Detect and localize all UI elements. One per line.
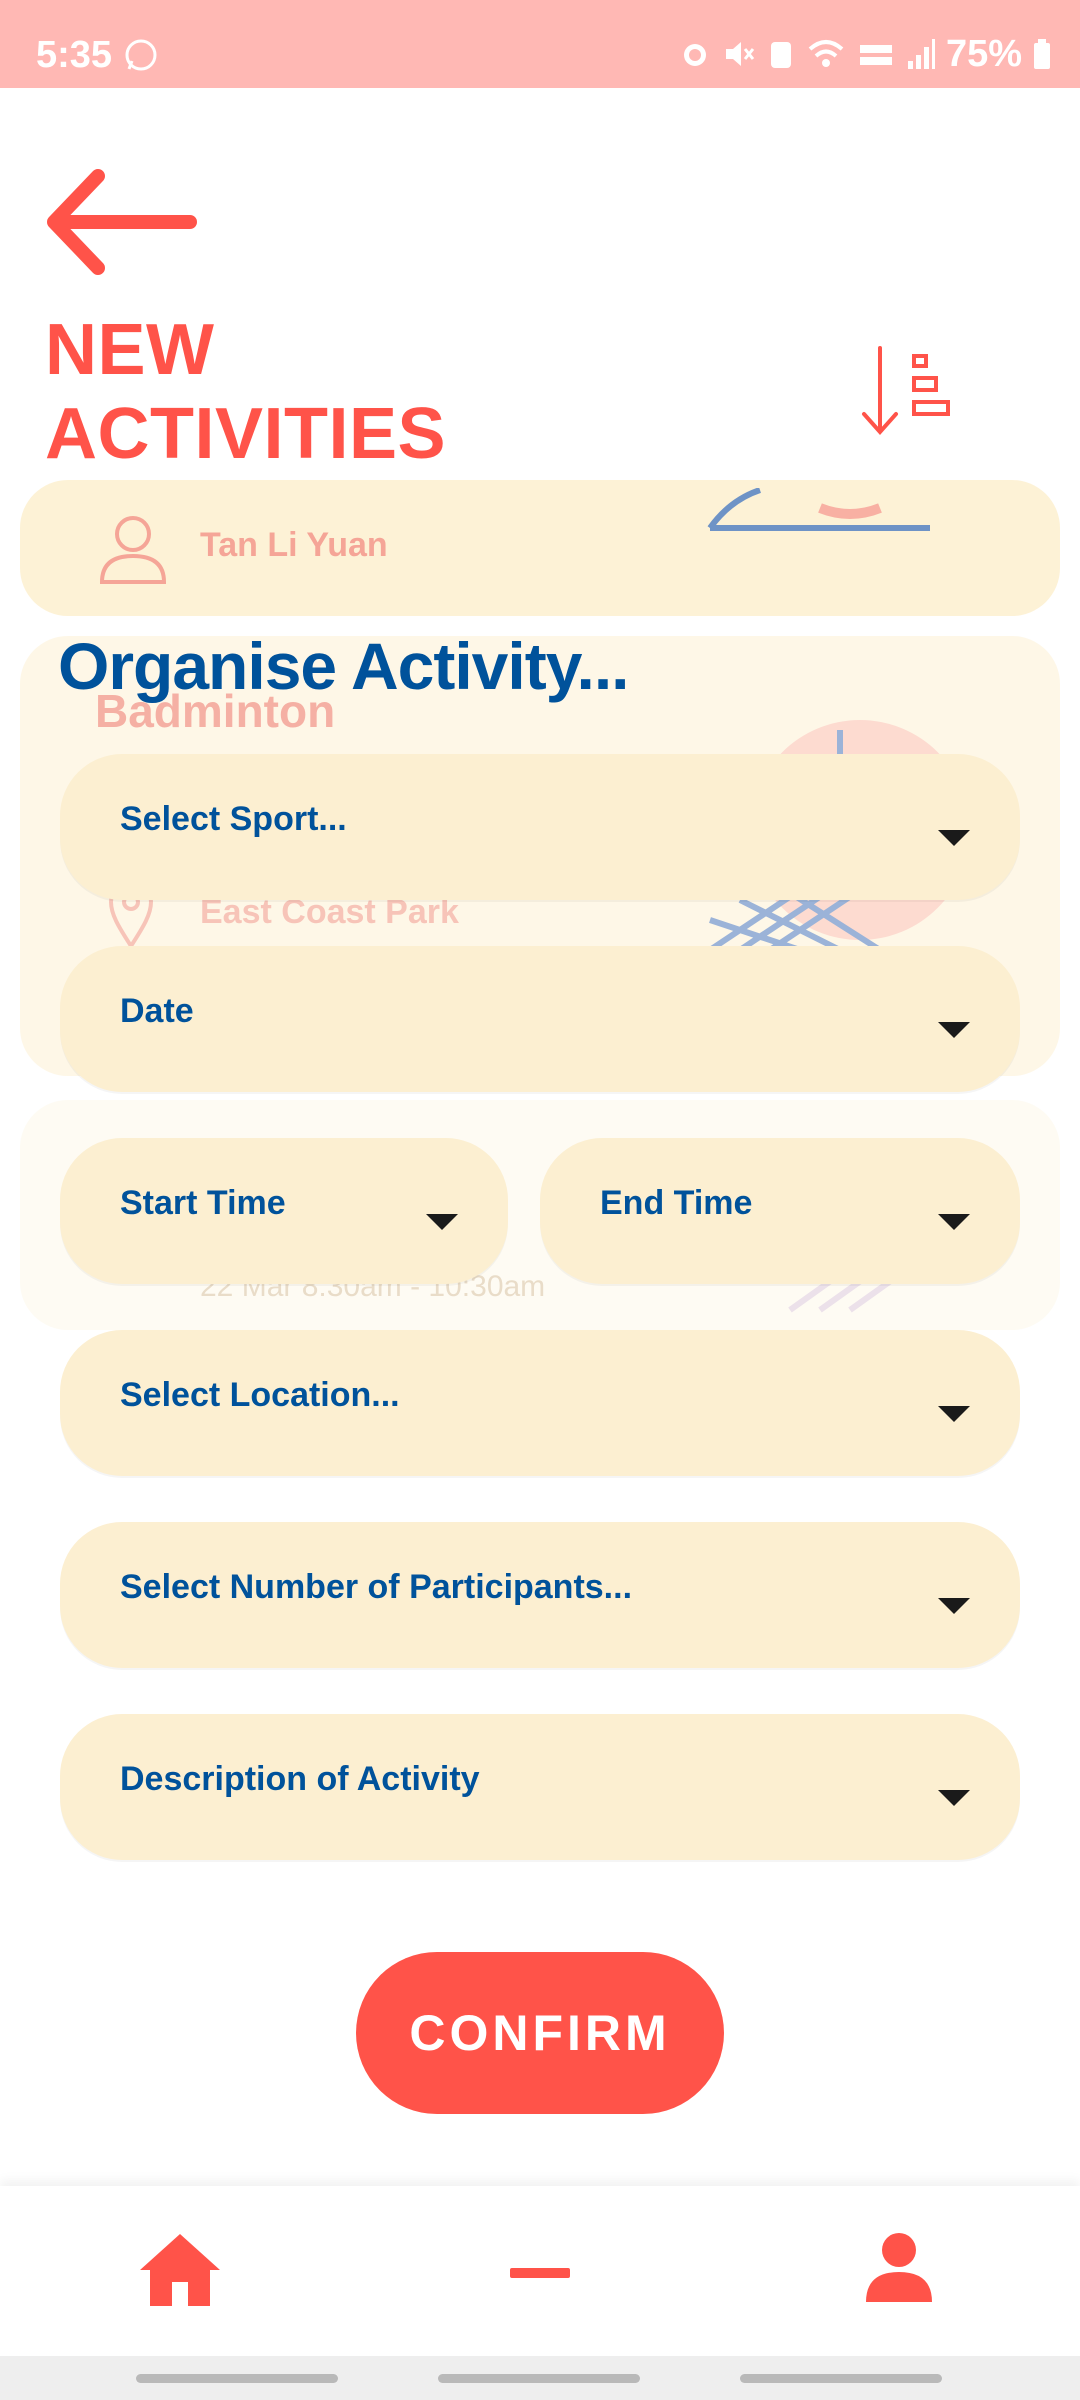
alarm-icon: [683, 44, 706, 66]
status-time: 5:35: [36, 34, 113, 76]
start-time-select[interactable]: Start Time: [60, 1138, 508, 1284]
caret-down-icon: [938, 1022, 970, 1038]
location-select[interactable]: Select Location...: [60, 1330, 1020, 1476]
home-icon[interactable]: [138, 2232, 222, 2308]
back-handle[interactable]: [740, 2374, 942, 2383]
status-icons: 75%: [678, 34, 1052, 74]
caret-down-icon: [938, 1214, 970, 1230]
location-select-placeholder: Select Location...: [120, 1376, 400, 1414]
data-saver-icon: [770, 42, 791, 68]
date-select-placeholder: Date: [120, 992, 194, 1030]
minus-icon[interactable]: [510, 2268, 570, 2278]
caret-down-icon: [938, 1790, 970, 1806]
caret-down-icon: [938, 1406, 970, 1422]
caret-down-icon: [938, 830, 970, 846]
organiser-name: Tan Li Yuan: [200, 526, 388, 564]
system-navigation-bar: [0, 2356, 1080, 2400]
sport-select-placeholder: Select Sport...: [120, 800, 347, 838]
wifi-icon: [808, 40, 844, 67]
form-heading: Organise Activity...: [58, 629, 630, 703]
sport-select[interactable]: Select Sport...: [60, 754, 1020, 900]
battery-icon: [1034, 39, 1050, 69]
caret-down-icon: [426, 1214, 458, 1230]
participants-select-placeholder: Select Number of Participants...: [120, 1568, 633, 1606]
person-icon: [99, 516, 167, 584]
recent-apps-handle[interactable]: [136, 2374, 338, 2383]
profile-icon[interactable]: [864, 2232, 934, 2302]
start-time-placeholder: Start Time: [120, 1184, 286, 1222]
activity-illustration: [707, 488, 930, 531]
page-title-line1: NEW: [45, 310, 215, 390]
description-field[interactable]: Description of Activity: [60, 1714, 1020, 1860]
page-title-line2: ACTIVITIES: [45, 394, 447, 474]
home-handle[interactable]: [438, 2374, 640, 2383]
back-arrow-icon[interactable]: [40, 162, 200, 282]
whatsapp-icon: [125, 39, 157, 71]
sort-descending-icon[interactable]: [858, 344, 958, 436]
status-bar: 5:35 75%: [0, 0, 1080, 88]
battery-percent: 75%: [945, 33, 1022, 75]
end-time-placeholder: End Time: [600, 1184, 753, 1222]
volte-icon: [859, 45, 892, 65]
signal-icon: [907, 39, 935, 69]
participants-select[interactable]: Select Number of Participants...: [60, 1522, 1020, 1668]
caret-down-icon: [938, 1598, 970, 1614]
page-title: NEW ACTIVITIES: [45, 308, 446, 476]
description-placeholder: Description of Activity: [120, 1760, 480, 1798]
date-select[interactable]: Date: [60, 946, 1020, 1092]
bottom-navigation: [0, 2186, 1080, 2356]
end-time-select[interactable]: End Time: [540, 1138, 1020, 1284]
mute-icon: [725, 42, 755, 66]
confirm-button[interactable]: CONFIRM: [356, 1952, 724, 2114]
